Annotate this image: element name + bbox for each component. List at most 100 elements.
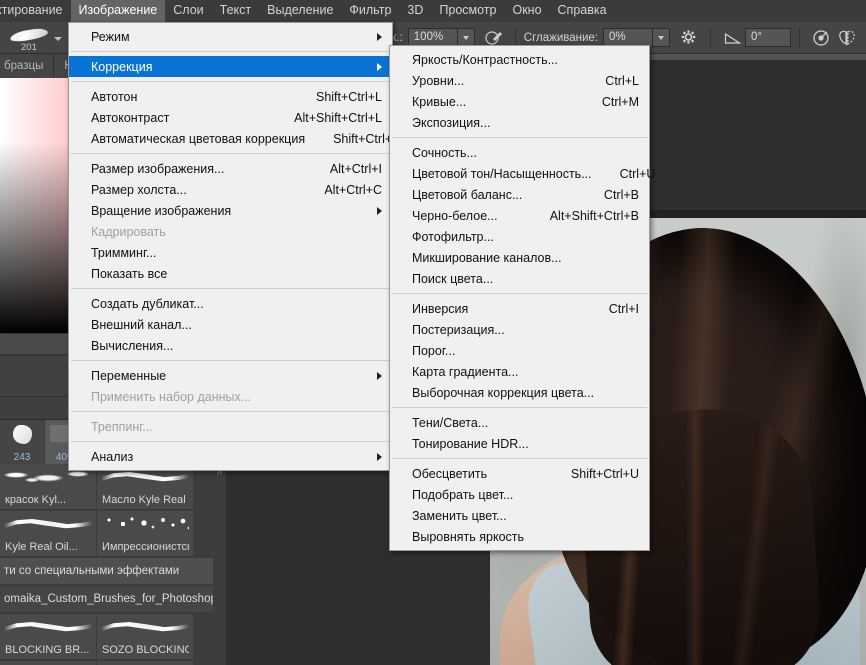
menu-bar-item-4[interactable]: Выделение bbox=[259, 0, 341, 22]
menu-adjustments-item-25[interactable]: Выровнять яркость bbox=[390, 526, 649, 547]
menu-image-item-0[interactable]: Режим bbox=[69, 26, 392, 47]
gear-icon[interactable] bbox=[676, 25, 702, 51]
menu-item-label: Переменные bbox=[91, 368, 167, 383]
menu-adjustments-item-24[interactable]: Заменить цвет... bbox=[390, 505, 649, 526]
menu-adjustments-item-9[interactable]: Фотофильтр... bbox=[390, 226, 649, 247]
menu-item-label: Постеризация... bbox=[412, 322, 505, 337]
menu-bar-item-9[interactable]: Справка bbox=[550, 0, 615, 22]
brush-preset-picker[interactable]: 201 bbox=[0, 25, 62, 51]
menu-item-label: Создать дубликат... bbox=[91, 296, 204, 311]
menu-item-label: Вычисления... bbox=[91, 338, 174, 353]
menu-image-item-12[interactable]: Тримминг... bbox=[69, 242, 392, 263]
menu-adjustments-item-20[interactable]: Тонирование HDR... bbox=[390, 433, 649, 454]
menu-separator bbox=[392, 407, 647, 408]
menu-image-item-9[interactable]: Размер холста... Alt+Ctrl+C bbox=[69, 179, 392, 200]
brush-list-item-label: BLOCKING BR... bbox=[5, 644, 90, 656]
brush-list-item[interactable]: SOZO BLOCKING BR... bbox=[97, 614, 193, 659]
brush-list-item-label: Kyle Real Oil... bbox=[5, 541, 78, 553]
menu-image-item-15[interactable]: Создать дубликат... bbox=[69, 293, 392, 314]
menu-image-item-16[interactable]: Внешний канал... bbox=[69, 314, 392, 335]
smoothing-dropdown-icon[interactable] bbox=[653, 28, 670, 47]
menu-image-item-19[interactable]: Переменные bbox=[69, 365, 392, 386]
menu-bar-item-5[interactable]: Фильтр bbox=[341, 0, 399, 22]
brush-size-label: 243 bbox=[13, 452, 31, 463]
menu-item-shortcut: Ctrl+M bbox=[601, 94, 639, 109]
chevron-down-icon[interactable] bbox=[54, 36, 62, 41]
menu-separator bbox=[392, 458, 647, 459]
symmetry-butterfly-icon[interactable] bbox=[834, 25, 860, 51]
brush-size-preset-0[interactable]: 243 bbox=[0, 420, 45, 465]
menu-bar-item-0[interactable]: ктирование bbox=[0, 0, 71, 22]
menu-adjustments-item-15[interactable]: Порог... bbox=[390, 340, 649, 361]
menu-item-label: Инверсия bbox=[412, 301, 469, 316]
menu-item-label: Цветовой тон/Насыщенность... bbox=[412, 166, 592, 181]
menu-item-label: Автоконтраст bbox=[91, 110, 170, 125]
menu-adjustments-item-19[interactable]: Тени/Света... bbox=[390, 412, 649, 433]
menu-image-item-5[interactable]: Автоконтраст Alt+Shift+Ctrl+L bbox=[69, 107, 392, 128]
brush-list-item[interactable] bbox=[97, 661, 193, 665]
menu-image-item-4[interactable]: Автотон Shift+Ctrl+L bbox=[69, 86, 392, 107]
brush-list-item[interactable]: Импрессионистский... bbox=[97, 511, 193, 556]
menu-adjustments-item-13[interactable]: Инверсия Ctrl+I bbox=[390, 298, 649, 319]
menu-image-item-13[interactable]: Показать все bbox=[69, 263, 392, 284]
angle-input[interactable]: 0° bbox=[745, 28, 791, 47]
menu-adjustments-item-14[interactable]: Постеризация... bbox=[390, 319, 649, 340]
menu-adjustments-item-22[interactable]: Обесцветить Shift+Ctrl+U bbox=[390, 463, 649, 484]
menu-item-label: Черно-белое... bbox=[412, 208, 498, 223]
brush-library-list[interactable]: красок Kyl... Масло Kyle Real Oil.. Kyle R… bbox=[0, 464, 233, 665]
pressure-opacity-icon[interactable] bbox=[808, 25, 834, 51]
menu-image-item-2[interactable]: Коррекция bbox=[69, 56, 392, 77]
menu-image-item-6[interactable]: Автоматическая цветовая коррекция Shift+C… bbox=[69, 128, 400, 149]
menu-image-item-17[interactable]: Вычисления... bbox=[69, 335, 392, 356]
brush-list-item-label: красок Kyl... bbox=[5, 494, 67, 506]
brush-list-item[interactable]: Kyle Real Oil... bbox=[0, 511, 96, 556]
menu-adjustments-submenu[interactable]: Яркость/Контрастность... Уровни... Ctrl+L К… bbox=[389, 45, 655, 551]
menu-item-label: Режим bbox=[91, 29, 130, 44]
menu-bar: ктирование Изображение Слои Текст Выделение Ф… bbox=[0, 0, 866, 22]
menu-adjustments-item-5[interactable]: Сочность... bbox=[390, 142, 649, 163]
submenu-arrow-icon bbox=[377, 206, 382, 215]
brush-row bbox=[0, 661, 213, 665]
menu-bar-item-3[interactable]: Текст bbox=[212, 0, 259, 22]
brush-list-item[interactable]: BLOCKING BR... bbox=[0, 614, 96, 659]
menu-image-dropdown[interactable]: Режим Коррекция Автотон Shift+Ctrl+L Автокон… bbox=[68, 22, 400, 471]
menu-item-label: Тени/Света... bbox=[412, 415, 489, 430]
chevron-up-icon[interactable]: ^ bbox=[217, 469, 222, 665]
menu-bar-item-8[interactable]: Окно bbox=[504, 0, 549, 22]
brush-group-row[interactable]: omaika_Custom_Brushes_for_Photoshop bbox=[0, 586, 233, 612]
menu-bar-item-6[interactable]: 3D bbox=[399, 0, 431, 22]
menu-bar-item-7[interactable]: Просмотр bbox=[431, 0, 504, 22]
menu-adjustments-item-23[interactable]: Подобрать цвет... bbox=[390, 484, 649, 505]
menu-item-shortcut: Shift+Ctrl+L bbox=[315, 89, 382, 104]
angle-control[interactable]: 0° bbox=[719, 25, 791, 51]
menu-image-item-8[interactable]: Размер изображения... Alt+Ctrl+I bbox=[69, 158, 392, 179]
brush-group-row[interactable]: ти со специальными эффектами bbox=[0, 558, 233, 584]
menu-image-item-24[interactable]: Анализ bbox=[69, 446, 392, 467]
menu-adjustments-item-2[interactable]: Кривые... Ctrl+M bbox=[390, 91, 649, 112]
menu-adjustments-item-17[interactable]: Выборочная коррекция цвета... bbox=[390, 382, 649, 403]
menu-image-item-10[interactable]: Вращение изображения bbox=[69, 200, 392, 221]
menu-adjustments-item-10[interactable]: Микширование каналов... bbox=[390, 247, 649, 268]
menu-adjustments-item-6[interactable]: Цветовой тон/Насыщенность... Ctrl+U bbox=[390, 163, 655, 184]
menu-bar-item-1[interactable]: Изображение bbox=[70, 0, 166, 22]
brush-list-item[interactable] bbox=[0, 661, 96, 665]
menu-separator bbox=[71, 81, 390, 82]
menu-adjustments-item-8[interactable]: Черно-белое... Alt+Shift+Ctrl+B bbox=[390, 205, 649, 226]
angle-icon bbox=[719, 25, 745, 51]
menu-adjustments-item-1[interactable]: Уровни... Ctrl+L bbox=[390, 70, 649, 91]
submenu-arrow-icon bbox=[377, 32, 382, 41]
menu-item-label: Автоматическая цветовая коррекция bbox=[91, 131, 306, 146]
menu-item-label: Анализ bbox=[91, 449, 134, 464]
menu-item-label: Внешний канал... bbox=[91, 317, 192, 332]
menu-item-label: Поиск цвета... bbox=[412, 271, 494, 286]
menu-adjustments-item-3[interactable]: Экспозиция... bbox=[390, 112, 649, 133]
menu-bar-item-2[interactable]: Слои bbox=[165, 0, 211, 22]
submenu-arrow-icon bbox=[377, 371, 382, 380]
menu-item-label: Применить набор данных... bbox=[91, 389, 252, 404]
menu-adjustments-item-7[interactable]: Цветовой баланс... Ctrl+B bbox=[390, 184, 649, 205]
menu-adjustments-item-0[interactable]: Яркость/Контрастность... bbox=[390, 49, 649, 70]
menu-adjustments-item-11[interactable]: Поиск цвета... bbox=[390, 268, 649, 289]
brush-list-scrollbar[interactable]: ^ bbox=[213, 464, 226, 665]
menu-adjustments-item-16[interactable]: Карта градиента... bbox=[390, 361, 649, 382]
panel-tab-0[interactable]: бразцы bbox=[0, 54, 55, 78]
